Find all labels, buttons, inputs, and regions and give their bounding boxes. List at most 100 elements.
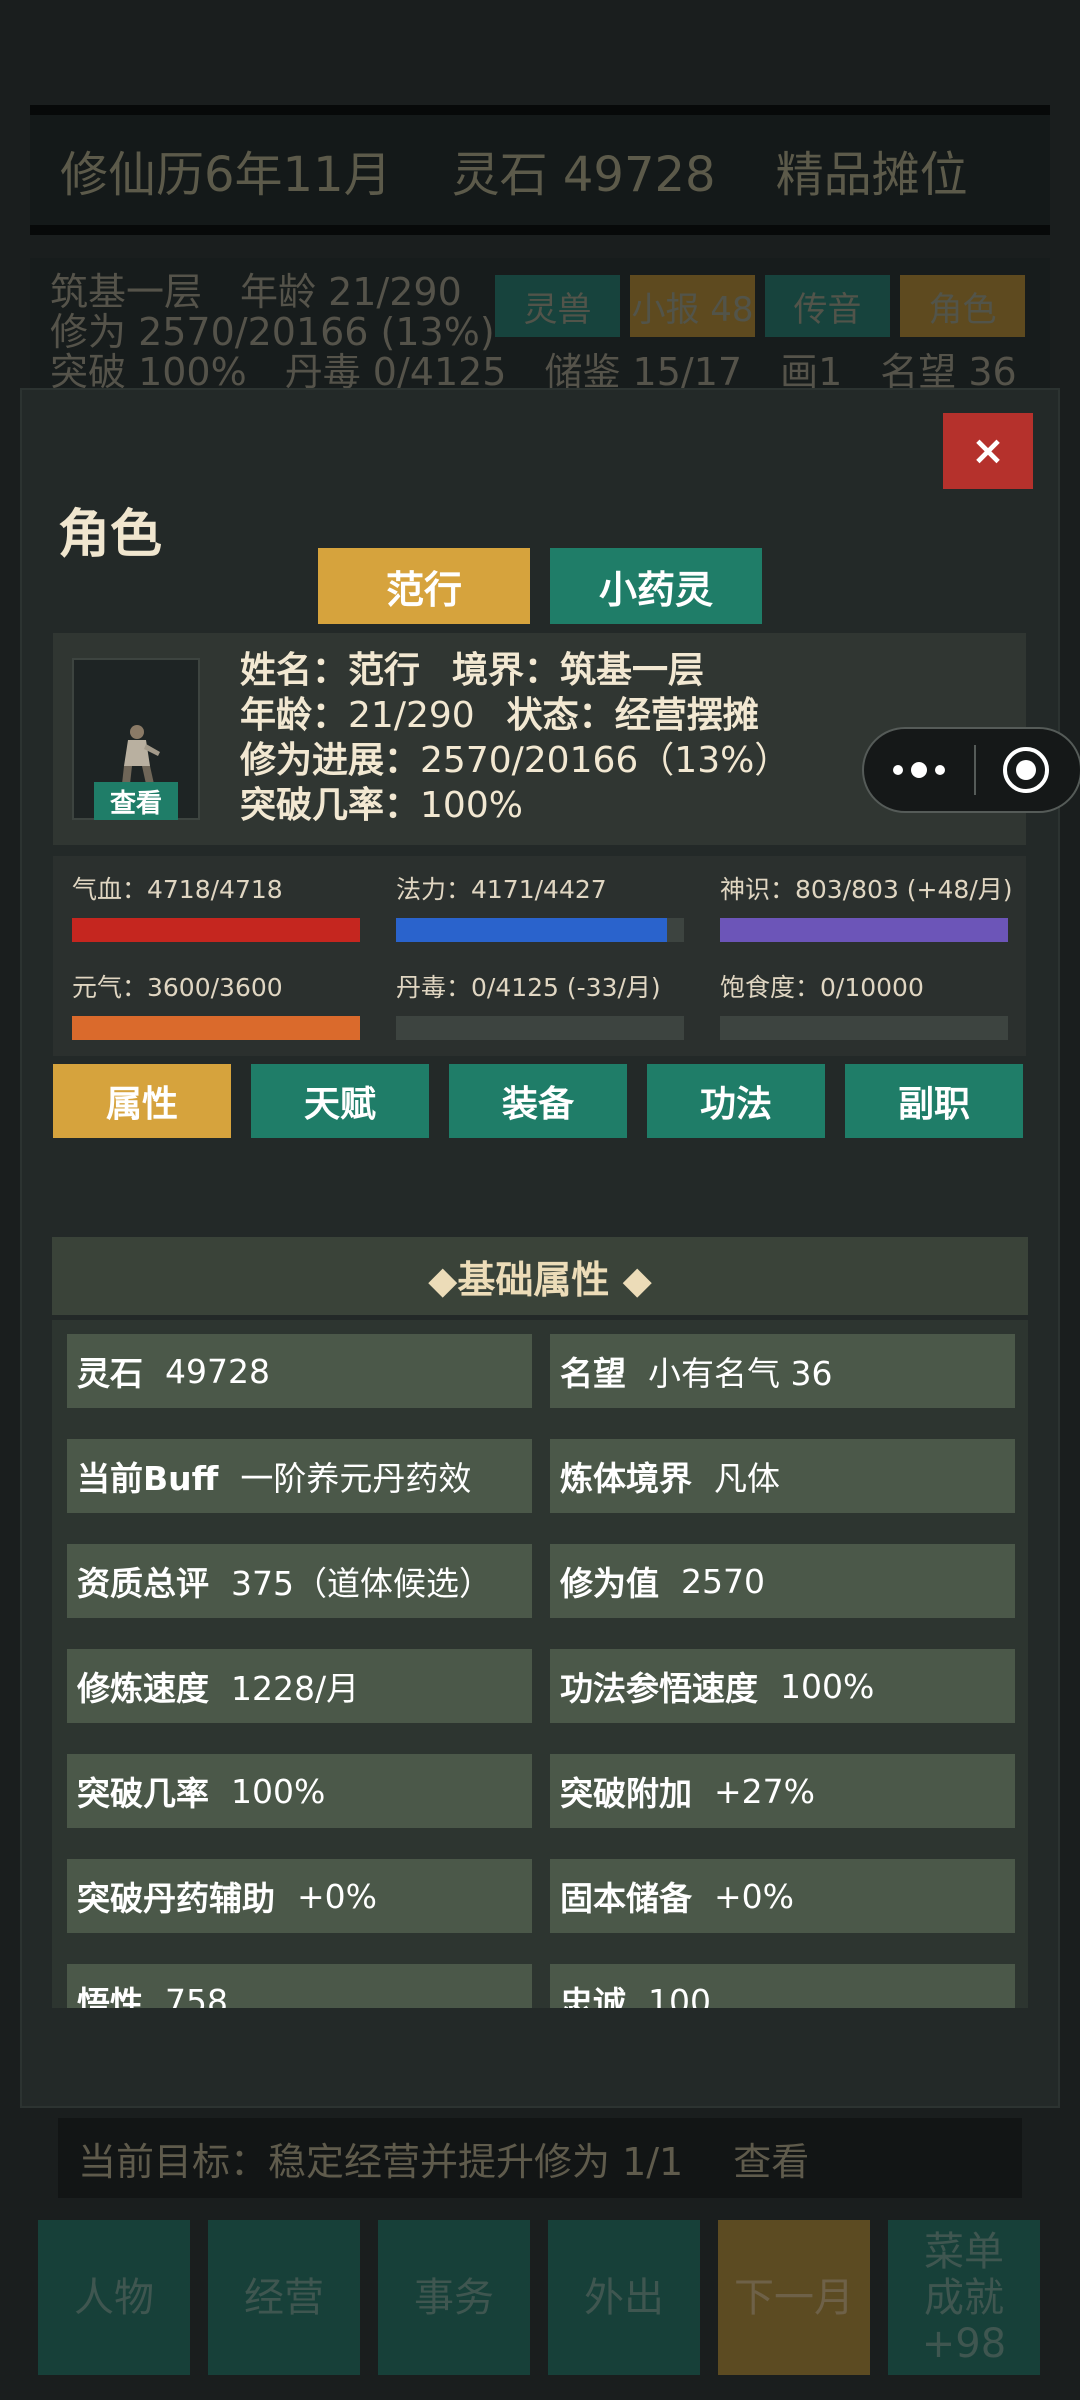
spirit-stone-count: 灵石 49728 bbox=[451, 147, 716, 203]
tab-side-jobs[interactable]: 副职 bbox=[845, 1064, 1023, 1138]
nav-menu-label: 菜单 成就+98 bbox=[921, 2228, 1007, 2367]
nav-character[interactable]: 人物 bbox=[38, 2220, 190, 2375]
tab-talents[interactable]: 天赋 bbox=[251, 1064, 429, 1138]
spirit-sense-label: 神识：803/803 (+48/月) bbox=[720, 875, 1013, 904]
attribute-value: +27% bbox=[714, 1771, 815, 1811]
breakthrough-value: 100% bbox=[420, 785, 523, 826]
message-button[interactable]: 传音 bbox=[765, 275, 890, 337]
info-line-2: 年龄：21/290 状态：经营摆摊 bbox=[240, 693, 790, 738]
modal-title: 角色 bbox=[58, 505, 163, 565]
attribute-value: 100% bbox=[780, 1666, 875, 1706]
avatar[interactable]: 查看 bbox=[72, 658, 200, 820]
mana-stat: 法力：4171/4427 bbox=[396, 870, 684, 942]
nav-next-month[interactable]: 下一月 bbox=[718, 2220, 870, 2375]
attribute-cell: 名望 小有名气 36 bbox=[550, 1334, 1015, 1408]
satiety-stat: 饱食度：0/10000 bbox=[720, 968, 1008, 1040]
satiety-label: 饱食度：0/10000 bbox=[720, 973, 924, 1002]
attribute-key: 忠诚 bbox=[560, 1984, 626, 2008]
attribute-cell: 当前Buff 一阶养元丹药效 bbox=[67, 1439, 532, 1513]
nav-outing[interactable]: 外出 bbox=[548, 2220, 700, 2375]
attribute-key: 功法参悟速度 bbox=[560, 1669, 758, 1708]
shop-link[interactable]: 精品摊位 bbox=[776, 135, 968, 205]
attribute-key: 固本储备 bbox=[560, 1879, 692, 1918]
current-goal-bar: 当前目标：稳定经营并提升修为 1/1 查看 bbox=[58, 2118, 1022, 2198]
miniprogram-capsule bbox=[862, 727, 1080, 813]
name-value: 范行 bbox=[348, 650, 421, 691]
attribute-cell: 突破丹药辅助 +0% bbox=[67, 1859, 532, 1933]
category-tabs: 属性 天赋 装备 功法 副职 bbox=[53, 1064, 1023, 1138]
attribute-key: 灵石 bbox=[77, 1354, 143, 1393]
cultivator-portrait-icon bbox=[122, 725, 160, 784]
attribute-key: 突破几率 bbox=[77, 1774, 209, 1813]
realm-value: 筑基一层 bbox=[560, 650, 705, 691]
state-value: 经营摆摊 bbox=[614, 695, 759, 736]
attribute-scroll-area[interactable]: 灵石 49728 名望 小有名气 36 当前Buff 一阶养元丹药效 炼体境界 凡体资质总评 3… bbox=[52, 1320, 1028, 2008]
attribute-cell: 突破附加 +27% bbox=[550, 1754, 1015, 1828]
attribute-cell: 忠诚 100 bbox=[550, 1964, 1015, 2008]
attribute-value: 凡体 bbox=[714, 1459, 780, 1498]
mana-bar bbox=[396, 918, 684, 942]
mana-label: 法力：4171/4427 bbox=[396, 875, 607, 904]
tab-techniques[interactable]: 功法 bbox=[647, 1064, 825, 1138]
nav-business[interactable]: 经营 bbox=[208, 2220, 360, 2375]
attribute-key: 突破附加 bbox=[560, 1774, 692, 1813]
attribute-cell: 悟性 758 bbox=[67, 1964, 532, 2008]
attribute-cell: 修为值 2570 bbox=[550, 1544, 1015, 1618]
character-info: 姓名：范行 境界：筑基一层 年龄：21/290 状态：经营摆摊 修为进展：2570/… bbox=[240, 648, 790, 828]
attribute-cell: 灵石 49728 bbox=[67, 1334, 532, 1408]
age-label: 年龄： bbox=[240, 695, 349, 736]
nav-menu[interactable]: 菜单 成就+98 bbox=[888, 2220, 1040, 2375]
name-label: 姓名： bbox=[240, 650, 349, 691]
attribute-value: 小有名气 36 bbox=[648, 1354, 833, 1393]
bar-fill bbox=[72, 918, 360, 942]
attribute-key: 修炼速度 bbox=[77, 1669, 209, 1708]
close-miniprogram-icon[interactable] bbox=[976, 745, 1076, 795]
spirit-sense-stat: 神识：803/803 (+48/月) bbox=[720, 870, 1013, 942]
attribute-key: 当前Buff bbox=[77, 1459, 219, 1498]
attribute-grid: 灵石 49728 名望 小有名气 36 当前Buff 一阶养元丹药效 炼体境界 凡体资质总评 3… bbox=[67, 1334, 1015, 2008]
close-button[interactable]: × bbox=[943, 413, 1033, 489]
spirit-beast-button[interactable]: 灵兽 bbox=[495, 275, 620, 337]
character-button[interactable]: 角色 bbox=[900, 275, 1025, 337]
attribute-key: 资质总评 bbox=[77, 1564, 209, 1603]
more-icon[interactable] bbox=[864, 762, 974, 778]
section-title: ◆基础属性 ◆ bbox=[52, 1237, 1028, 1315]
nav-affairs[interactable]: 事务 bbox=[378, 2220, 530, 2375]
role-tab-xiaoyaoling[interactable]: 小药灵 bbox=[550, 548, 762, 624]
status-line-3: 突破 100% 丹毒 0/4125 储鉴 15/17 画1 名望 36 bbox=[50, 350, 1017, 394]
attribute-cell: 突破几率 100% bbox=[67, 1754, 532, 1828]
progress-value: 2570/20166（13%） bbox=[420, 740, 791, 781]
info-line-4: 突破几率：100% bbox=[240, 783, 790, 828]
attribute-value: 1228/月 bbox=[231, 1669, 360, 1708]
status-panel-buttons: 灵兽 小报 48 传音 角色 bbox=[495, 275, 1025, 337]
breakthrough-label: 突破几率： bbox=[240, 785, 421, 826]
info-line-1: 姓名：范行 境界：筑基一层 bbox=[240, 648, 790, 693]
info-line-3: 修为进展：2570/20166（13%） bbox=[240, 738, 790, 783]
attribute-value: 一阶养元丹药效 bbox=[240, 1459, 472, 1498]
goal-view-link[interactable]: 查看 bbox=[733, 2131, 809, 2186]
spirit-sense-bar bbox=[720, 918, 1008, 942]
role-tab-fanxing[interactable]: 范行 bbox=[318, 548, 530, 624]
goal-text: 当前目标：稳定经营并提升修为 1/1 bbox=[78, 2139, 684, 2184]
attribute-value: 100 bbox=[648, 1981, 711, 2009]
attribute-value: 375（道体候选） bbox=[231, 1564, 492, 1603]
newspaper-button[interactable]: 小报 48 bbox=[630, 275, 755, 337]
attribute-key: 炼体境界 bbox=[560, 1459, 692, 1498]
state-label: 状态： bbox=[506, 695, 615, 736]
tab-attributes[interactable]: 属性 bbox=[53, 1064, 231, 1138]
calendar-date: 修仙历6年11月 bbox=[60, 147, 392, 203]
pill-toxin-label: 丹毒：0/4125 (-33/月) bbox=[396, 973, 661, 1002]
role-tabs: 范行 小药灵 bbox=[318, 548, 762, 624]
hp-stat: 气血：4718/4718 bbox=[72, 870, 360, 942]
progress-label: 修为进展： bbox=[240, 740, 421, 781]
attribute-cell: 固本储备 +0% bbox=[550, 1859, 1015, 1933]
attribute-value: 100% bbox=[231, 1771, 326, 1811]
attribute-value: 2570 bbox=[681, 1561, 765, 1601]
vitality-stat: 元气：3600/3600 bbox=[72, 968, 360, 1040]
view-avatar-button[interactable]: 查看 bbox=[94, 782, 178, 820]
vitality-bar bbox=[72, 1016, 360, 1040]
attribute-cell: 功法参悟速度 100% bbox=[550, 1649, 1015, 1723]
attribute-key: 突破丹药辅助 bbox=[77, 1879, 275, 1918]
tab-equipment[interactable]: 装备 bbox=[449, 1064, 627, 1138]
bottom-nav: 人物 经营 事务 外出 下一月 菜单 成就+98 bbox=[38, 2220, 1040, 2375]
